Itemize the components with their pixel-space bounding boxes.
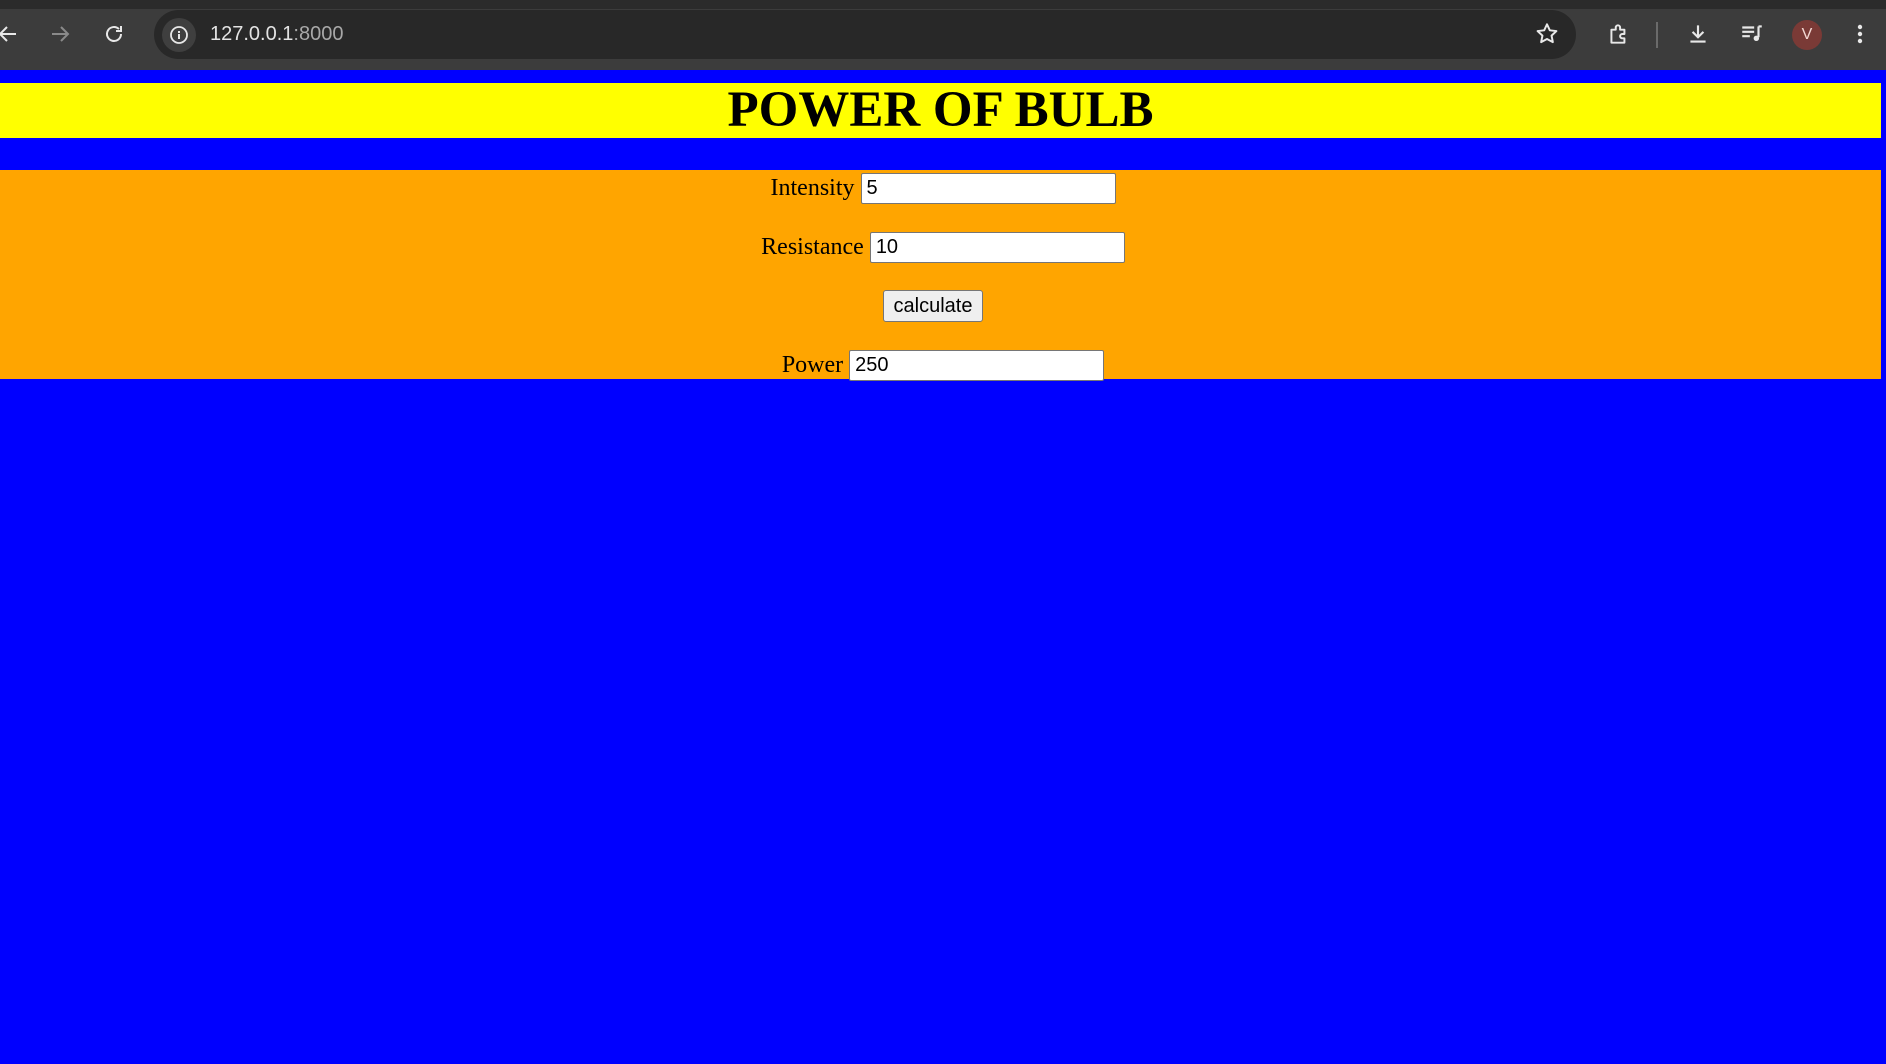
page-body: POWER OF BULB Intensity Resistance calcu… bbox=[0, 70, 1886, 1064]
title-banner: POWER OF BULB bbox=[0, 83, 1881, 138]
intensity-input[interactable] bbox=[860, 172, 1116, 204]
kebab-menu-icon[interactable] bbox=[1844, 18, 1876, 50]
puzzle-icon[interactable] bbox=[1603, 18, 1635, 50]
url-text[interactable]: 127.0.0.1:8000 bbox=[210, 23, 343, 46]
power-row: Power bbox=[0, 349, 1876, 381]
address-bar[interactable]: 127.0.0.1:8000 bbox=[154, 10, 1576, 59]
intensity-row: Intensity bbox=[0, 172, 1876, 204]
forward-arrow-icon[interactable] bbox=[42, 16, 78, 52]
power-label: Power bbox=[781, 351, 844, 378]
url-host: 127.0.0.1 bbox=[210, 23, 294, 45]
star-icon[interactable] bbox=[1534, 21, 1560, 47]
media-queue-icon[interactable] bbox=[1736, 18, 1768, 50]
avatar[interactable]: V bbox=[1792, 20, 1822, 50]
browser-toolbar: 127.0.0.1:8000 V bbox=[0, 0, 1886, 70]
power-output[interactable] bbox=[849, 349, 1105, 381]
reload-icon[interactable] bbox=[96, 16, 132, 52]
tab-strip bbox=[0, 0, 1886, 9]
resistance-row: Resistance bbox=[0, 231, 1876, 263]
intensity-label: Intensity bbox=[770, 174, 855, 201]
page-title: POWER OF BULB bbox=[727, 82, 1154, 138]
resistance-label: Resistance bbox=[761, 233, 864, 260]
info-icon[interactable] bbox=[162, 18, 196, 52]
calculate-row: calculate bbox=[0, 290, 1866, 322]
calculator-form: Intensity Resistance calculate Power bbox=[0, 170, 1881, 381]
calculate-button[interactable]: calculate bbox=[882, 290, 984, 322]
resistance-input[interactable] bbox=[869, 231, 1125, 263]
url-port: :8000 bbox=[293, 23, 344, 45]
back-arrow-icon[interactable] bbox=[0, 16, 26, 52]
download-icon[interactable] bbox=[1682, 18, 1714, 50]
toolbar-divider bbox=[1656, 22, 1658, 48]
